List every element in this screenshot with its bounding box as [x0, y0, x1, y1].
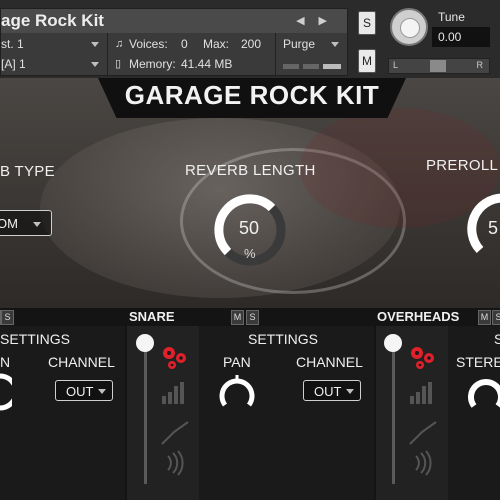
memory-icon: ▯	[115, 58, 122, 70]
meter-segment	[303, 64, 319, 69]
channel-dropdown-icon	[98, 389, 106, 394]
preroll-value: 5	[488, 218, 499, 238]
mute-button-snare[interactable]: M	[231, 310, 244, 325]
channel-strip-left	[0, 326, 125, 500]
memory-label: Memory:	[129, 57, 176, 71]
voices-value: 0	[181, 37, 188, 51]
midi-dropdown-icon[interactable]	[91, 62, 99, 67]
pan-knob-snare[interactable]	[217, 373, 257, 413]
solo-button-overheads[interactable]: S	[492, 310, 500, 325]
reverb-length-label: REVERB LENGTH	[185, 162, 316, 179]
tune-knob[interactable]	[390, 8, 428, 46]
pan-slider[interactable]: L R	[388, 58, 490, 74]
meter-segment	[283, 64, 299, 69]
tune-label: Tune	[438, 10, 465, 24]
mute-button[interactable]: M	[358, 49, 376, 73]
meter-bar	[416, 392, 420, 404]
meter-bar	[428, 382, 432, 404]
channel-value-left: OUT	[66, 384, 94, 399]
overheads-settings-panel	[448, 326, 500, 500]
instrument-name-row: age Rock Kit ◀▶	[1, 9, 347, 33]
output-select[interactable]: st. 1	[1, 35, 24, 53]
instrument-header: age Rock Kit ◀▶ st. 1 ♫ Voices: 0 Max: 2…	[0, 0, 500, 78]
reverb-length-value: 50	[239, 218, 260, 238]
channel-label-left: CHANNEL	[48, 354, 115, 370]
reverb-type-dropdown-icon	[33, 222, 41, 227]
channel-label-snare: CHANNEL	[296, 354, 363, 370]
preroll-label: PREROLL	[426, 157, 499, 174]
solo-button-snare[interactable]: S	[246, 310, 259, 325]
solo-button[interactable]: S	[358, 11, 376, 35]
channel-value-snare: OUT	[314, 384, 342, 399]
pan-left-label: L	[393, 60, 399, 70]
snare-fader-track[interactable]	[144, 344, 147, 484]
channel-select-left[interactable]: OUT	[55, 380, 113, 401]
channel-select-snare[interactable]: OUT	[303, 380, 361, 401]
meter-bar	[180, 382, 184, 404]
overheads-fader-handle[interactable]	[384, 334, 402, 352]
prev-instrument-icon[interactable]: ◀	[296, 15, 318, 27]
pan-label-left: N	[0, 354, 11, 370]
overheads-curve-icon	[409, 421, 437, 445]
pan-label-snare: PAN	[223, 354, 251, 370]
settings-label-left: SETTINGS	[0, 331, 71, 347]
next-instrument-icon[interactable]: ▶	[319, 15, 341, 27]
reverb-type-value: OM	[0, 216, 18, 231]
overheads-fader-track[interactable]	[392, 344, 395, 484]
voices-label: Voices:	[129, 37, 168, 51]
settings-label-overheads: S	[494, 331, 500, 347]
meter-bar	[162, 396, 166, 404]
purge-dropdown-icon[interactable]	[331, 42, 339, 47]
purge-button[interactable]: Purge	[283, 35, 315, 53]
pan-right-label: R	[476, 60, 484, 70]
stereo-knob-overheads[interactable]	[464, 373, 500, 413]
snare-settings-panel	[199, 326, 374, 500]
mute-button-overheads[interactable]: M	[478, 310, 491, 325]
overheads-channel-name: OVERHEADS	[377, 309, 460, 324]
stereo-label-overheads: STERE	[456, 354, 500, 370]
midi-channel-select[interactable]: [A] 1	[1, 55, 26, 73]
divider	[107, 33, 108, 75]
output-dropdown-icon[interactable]	[91, 42, 99, 47]
instrument-info-panel: age Rock Kit ◀▶ st. 1 ♫ Voices: 0 Max: 2…	[0, 8, 348, 76]
max-voices-value[interactable]: 200	[241, 35, 261, 53]
memory-value: 41.44 MB	[181, 57, 233, 71]
meter-bar	[168, 392, 172, 404]
reverb-type-select[interactable]: OM	[0, 210, 52, 236]
instrument-nav[interactable]: ◀▶	[296, 14, 341, 27]
pan-knob-left[interactable]	[0, 372, 12, 412]
snare-curve-icon	[161, 421, 189, 445]
snare-settings-gear-icon[interactable]	[160, 344, 190, 372]
meter-bar	[410, 396, 414, 404]
page-title: GARAGE ROCK KIT	[124, 80, 380, 110]
voices-icon: ♫	[115, 38, 124, 50]
reverb-length-unit: %	[244, 246, 256, 261]
max-voices-label: Max:	[203, 37, 230, 51]
divider	[275, 33, 276, 75]
reverb-type-label: B TYPE	[0, 163, 55, 180]
settings-label-snare: SETTINGS	[248, 331, 319, 347]
tune-value[interactable]: 0.00	[432, 27, 490, 47]
meter-bar	[422, 386, 426, 404]
channel-dropdown-icon	[346, 389, 354, 394]
meter-segment	[323, 64, 341, 69]
overheads-settings-gear-icon[interactable]	[408, 344, 438, 372]
snare-fader-handle[interactable]	[136, 334, 154, 352]
solo-button-left[interactable]: S	[1, 310, 14, 325]
meter-bar	[174, 386, 178, 404]
pan-slider-thumb[interactable]	[430, 60, 446, 72]
instrument-name[interactable]: age Rock Kit	[1, 11, 104, 31]
snare-channel-name: SNARE	[129, 309, 175, 324]
overheads-reverb-icon	[415, 450, 432, 476]
snare-reverb-icon	[167, 450, 184, 476]
